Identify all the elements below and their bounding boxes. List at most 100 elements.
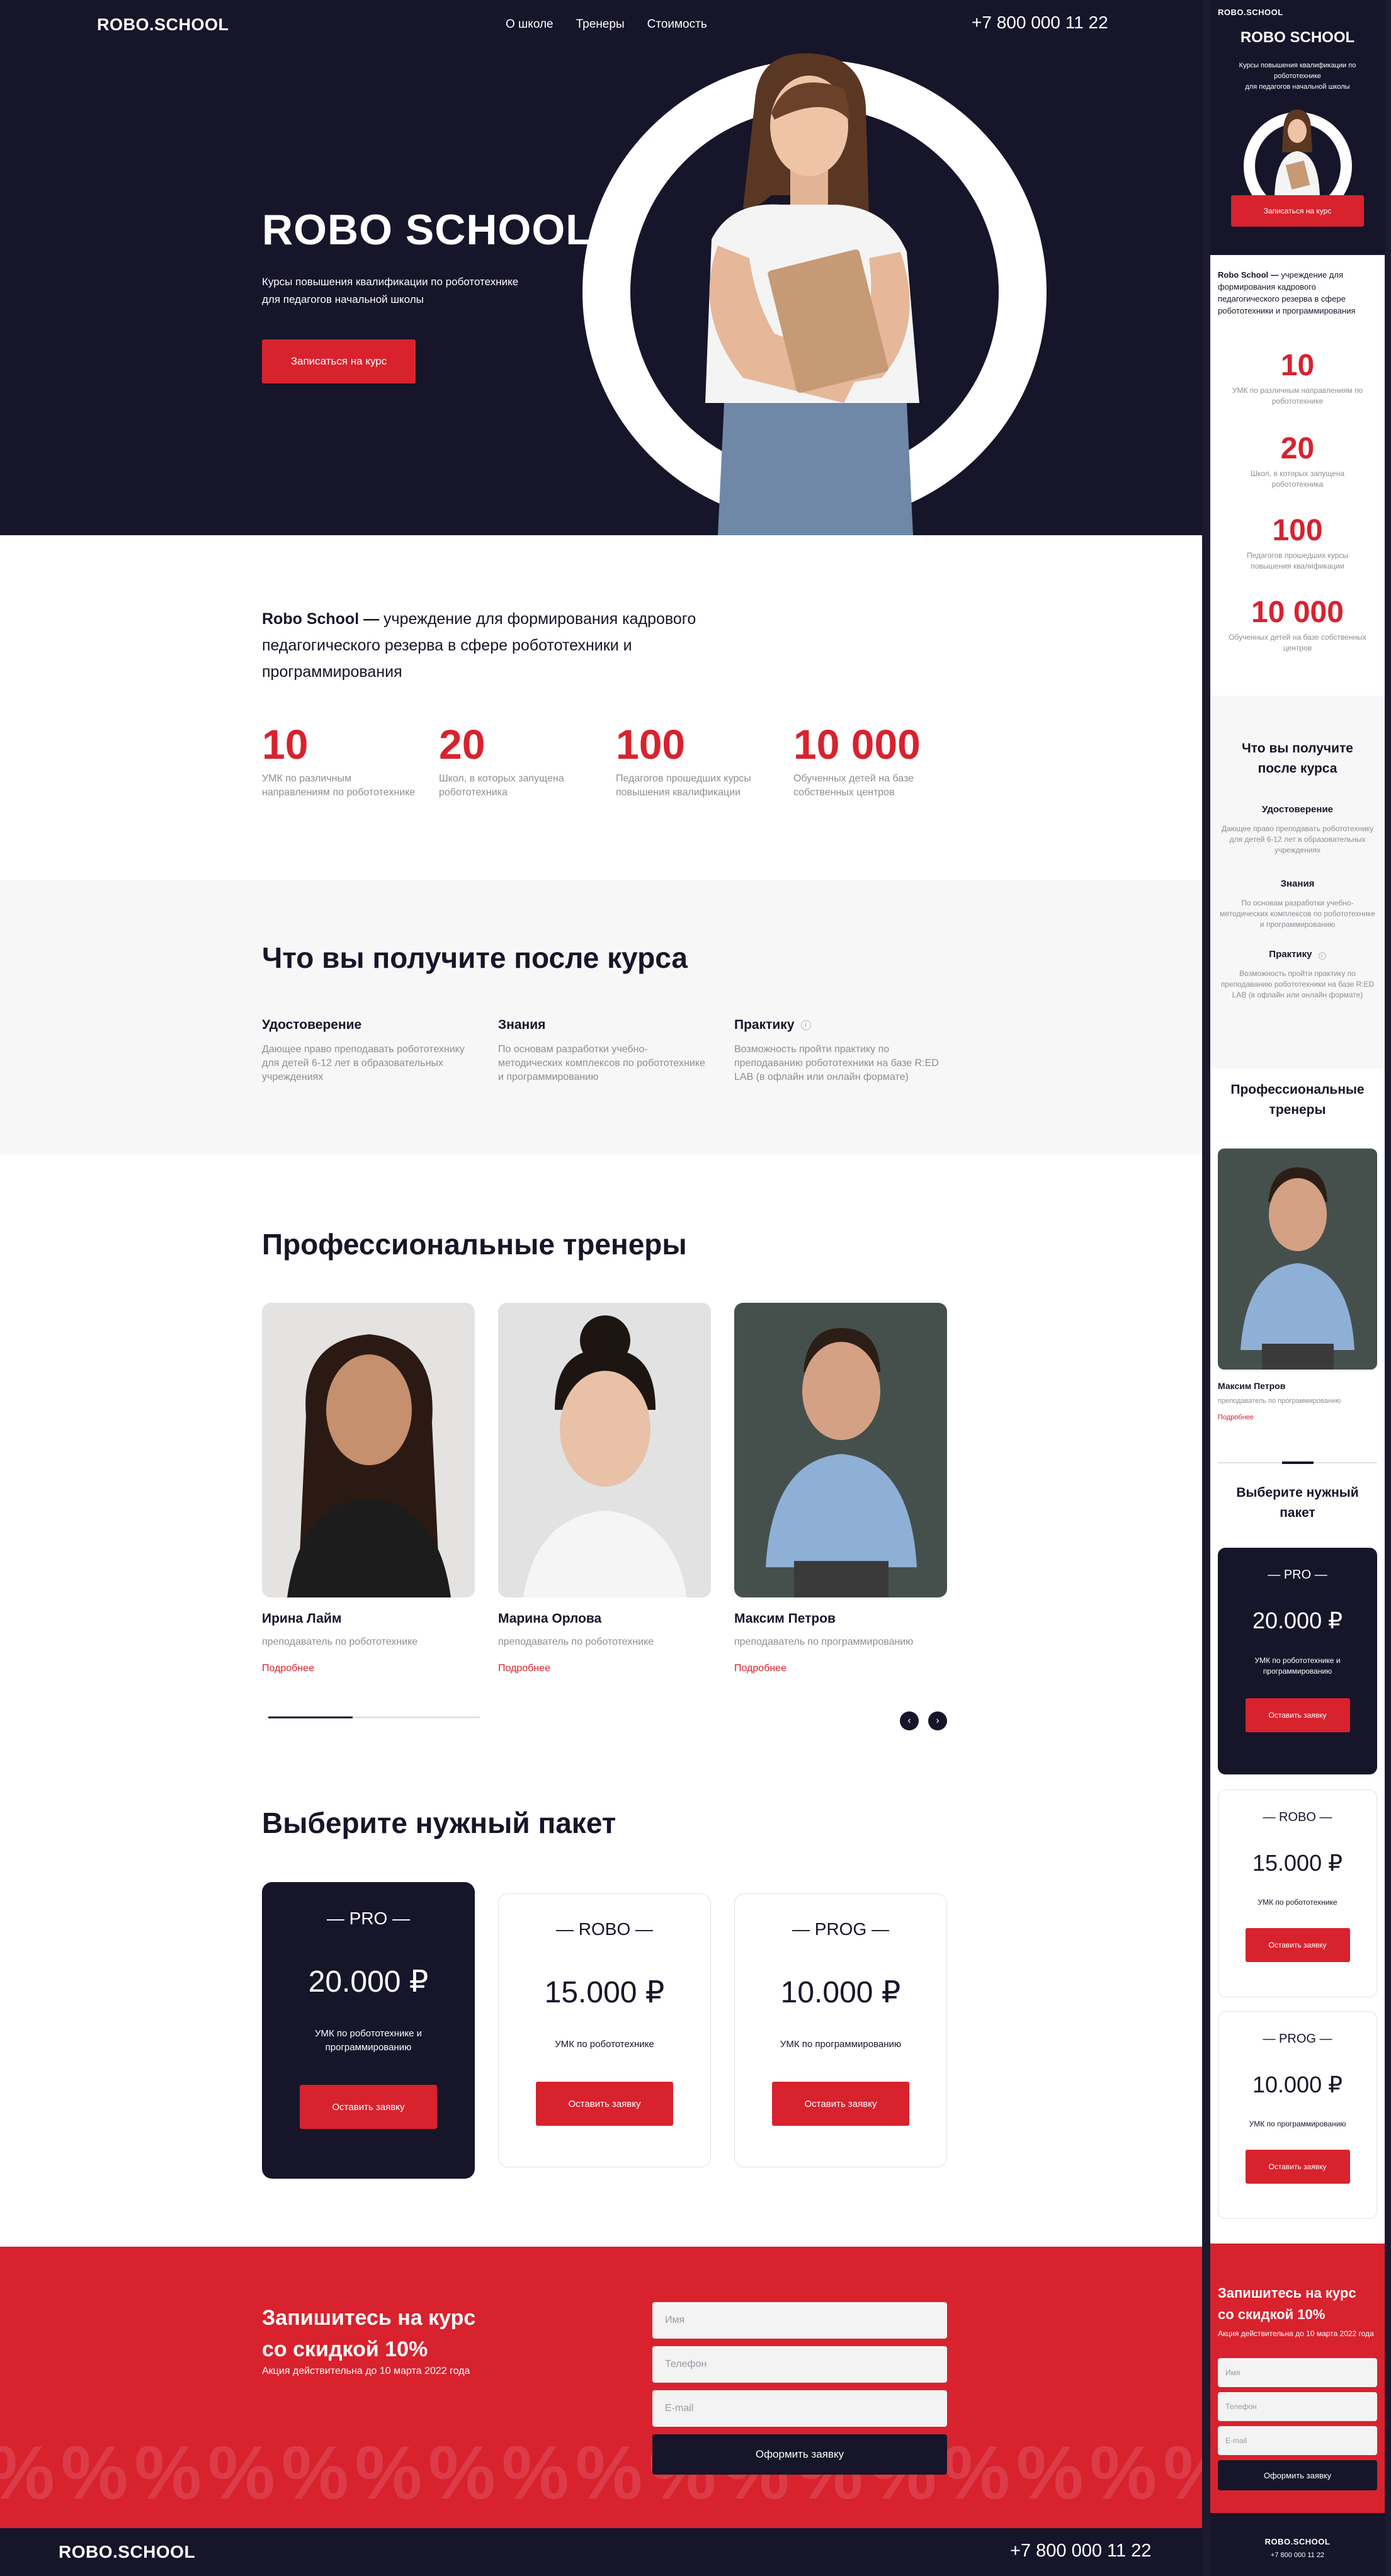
m-order-button[interactable]: Оставить заявку [1245, 2150, 1350, 2184]
email-field[interactable]: E-mail [652, 2390, 947, 2427]
m-benefits-section: Что вы получите после курса Удостоверени… [1210, 696, 1385, 1069]
m-phone-field[interactable]: Телефон [1218, 2392, 1377, 2421]
hero-cta-button[interactable]: Записаться на курс [262, 339, 416, 383]
m-stat-value: 10 000 [1251, 596, 1344, 629]
chevron-left-icon[interactable]: ‹ [900, 1711, 919, 1730]
order-button[interactable]: Оставить заявку [772, 2082, 909, 2126]
m-hero-title: ROBO SCHOOL [1240, 29, 1355, 46]
nav-item-trainers[interactable]: Тренеры [576, 18, 625, 31]
m-order-button[interactable]: Оставить заявку [1245, 1698, 1350, 1732]
m-stat-label: Педагогов прошедших курсы повышения квал… [1246, 551, 1349, 570]
trainer-card[interactable]: Марина Орлова преподаватель по робототех… [498, 1303, 711, 1674]
stat-item: 10 000 Обученных детей на базе собственн… [793, 720, 938, 800]
m-plan-description: УМК по робототехнике [1258, 1898, 1337, 1907]
submit-button[interactable]: Оформить заявку [652, 2434, 947, 2475]
plan-price: 20.000 ₽ [308, 1965, 429, 1999]
m-plan-description: УМК по программированию [1249, 2119, 1346, 2128]
phone-field[interactable]: Телефон [652, 2346, 947, 2383]
hero-subtitle: Курсы повышения квалификации по робототе… [262, 273, 518, 309]
trainer-name: Марина Орлова [498, 1611, 602, 1626]
m-price-card-prog: — PROG — 10.000 ₽ УМК по программировани… [1218, 2011, 1377, 2219]
m-hero-subtitle: Курсы повышения квалификации по робототе… [1219, 60, 1376, 93]
m-pricing-section: Выберите нужный пакет — PRO — 20.000 ₽ У… [1210, 1465, 1385, 2244]
nav-item-about[interactable]: О школе [506, 18, 554, 31]
trainer-card[interactable]: Ирина Лайм преподаватель по робототехник… [262, 1303, 475, 1674]
m-email-field[interactable]: E-mail [1218, 2426, 1377, 2455]
percent-pattern: %%%%%%%%%%%%%%%%%%%% [0, 2431, 1202, 2515]
main-nav: О школе Тренеры Стоимость [506, 18, 730, 31]
slider-progress-track[interactable] [268, 1716, 480, 1718]
trainer-more-link[interactable]: Подробнее [262, 1663, 475, 1674]
m-name-field[interactable]: Имя [1218, 2358, 1377, 2387]
trainer-more-link[interactable]: Подробнее [734, 1663, 947, 1674]
logo[interactable]: ROBO.SCHOOL [97, 15, 229, 35]
m-benefit-item: Знания По основам разработки учебно-мето… [1218, 878, 1377, 930]
m-footer-logo[interactable]: ROBO.SCHOOL [1210, 2537, 1385, 2546]
m-footer: ROBO.SCHOOL +7 800 000 11 22 [1210, 2513, 1385, 2576]
m-stat-label: Школ, в которых запущена робототехника [1250, 469, 1345, 489]
m-signup-title: Запишитесь на курс со скидкой 10% [1218, 2283, 1356, 2325]
price-card-pro: — PRO — 20.000 ₽ УМК по робототехнике и … [262, 1882, 475, 2179]
m-signup-section: Запишитесь на курс со скидкой 10% Акция … [1210, 2244, 1385, 2513]
m-benefit-text: По основам разработки учебно-методически… [1220, 899, 1375, 929]
m-info-icon[interactable]: i [1318, 951, 1326, 960]
m-benefit-item: Практику i Возможность пройти практику п… [1218, 949, 1377, 1001]
benefit-title: Знания [498, 1018, 546, 1032]
m-stat-item: 100 Педагогов прошедших курсы повышения … [1226, 513, 1369, 572]
trainers-title: Профессиональные тренеры [262, 1228, 687, 1261]
trainer-more-link[interactable]: Подробнее [498, 1663, 711, 1674]
m-stat-label: Обученных детей на базе собственных цент… [1229, 633, 1366, 652]
m-signup-title-line1: Запишитесь на курс [1218, 2285, 1356, 2301]
benefit-item: Практику i Возможность пройти практику п… [734, 1018, 948, 1084]
m-submit-button[interactable]: Оформить заявку [1218, 2460, 1377, 2490]
trainer-role: преподаватель по робототехнике [498, 1637, 654, 1647]
hero-subtitle-line1: Курсы повышения квалификации по робототе… [262, 276, 519, 288]
footer-phone[interactable]: +7 800 000 11 22 [1010, 2541, 1151, 2562]
m-plan-description: УМК по робототехнике и программированию [1254, 1655, 1340, 1677]
stat-label: Педагогов прошедших курсы повышения квал… [616, 773, 751, 798]
m-hero-cta-button[interactable]: Записаться на курс [1231, 195, 1364, 227]
footer-logo[interactable]: ROBO.SCHOOL [59, 2542, 195, 2562]
m-trainers-section: Профессиональные тренеры Максим Петров п… [1210, 1069, 1385, 1465]
trainer-photo [734, 1303, 947, 1597]
m-benefit-title: Знания [1280, 878, 1315, 889]
benefit-item: Знания По основам разработки учебно-мето… [498, 1018, 712, 1084]
plan-name: — PROG — [792, 1919, 889, 1939]
m-benefit-item: Удостоверение Дающее право преподавать р… [1218, 804, 1377, 856]
hero-section: ROBO.SCHOOL О школе Тренеры Стоимость +7… [0, 0, 1202, 535]
m-trainer-more-link[interactable]: Подробнее [1218, 1414, 1377, 1421]
plan-description-line1: УМК по робототехнике и [314, 2028, 423, 2039]
m-order-button[interactable]: Оставить заявку [1245, 1928, 1350, 1962]
name-field[interactable]: Имя [652, 2302, 947, 2339]
m-pricing-title: Выберите нужный пакет [1236, 1485, 1359, 1520]
benefit-title: Практику [734, 1018, 795, 1032]
m-footer-phone[interactable]: +7 800 000 11 22 [1210, 2551, 1385, 2559]
price-card-robo: — ROBO — 15.000 ₽ УМК по робототехнике О… [498, 1893, 711, 2167]
stat-value: 10 000 [793, 721, 921, 768]
benefit-text: Возможность пройти практику по преподава… [734, 1044, 939, 1082]
plan-description: УМК по робототехнике [555, 2039, 654, 2050]
header-phone[interactable]: +7 800 000 11 22 [972, 13, 1108, 33]
info-icon[interactable]: i [800, 1020, 811, 1030]
m-stat-value: 20 [1280, 432, 1315, 465]
nav-item-pricing[interactable]: Стоимость [647, 18, 707, 31]
m-benefit-text: Дающее право преподавать робототехнику д… [1221, 824, 1374, 854]
m-about-section: Robo School — учреждение для формировани… [1210, 255, 1385, 696]
m-logo[interactable]: ROBO.SCHOOL [1218, 8, 1283, 17]
m-about-brand: Robo School — [1218, 270, 1279, 280]
chevron-right-icon[interactable]: › [928, 1711, 947, 1730]
m-trainer-photo [1218, 1149, 1377, 1370]
plan-price: 10.000 ₽ [780, 1976, 901, 2009]
signup-title: Запишитесь на курс со скидкой 10% [262, 2302, 475, 2365]
price-card-prog: — PROG — 10.000 ₽ УМК по программировани… [734, 1893, 947, 2167]
order-button[interactable]: Оставить заявку [300, 2085, 437, 2129]
m-signup-note: Акция действительна до 10 марта 2022 год… [1218, 2329, 1374, 2338]
m-stat-label: УМК по различным направлениям по роботот… [1232, 386, 1363, 406]
order-button[interactable]: Оставить заявку [536, 2082, 673, 2126]
m-slider-progress-track[interactable] [1218, 1461, 1377, 1464]
m-stat-item: 10 000 Обученных детей на базе собственн… [1226, 595, 1369, 654]
trainer-card[interactable]: Максим Петров преподаватель по программи… [734, 1303, 947, 1674]
m-stat-item: 20 Школ, в которых запущена робототехник… [1226, 431, 1369, 490]
m-trainer-card[interactable]: Максим Петров преподаватель по программи… [1218, 1149, 1377, 1421]
m-plan-price: 10.000 ₽ [1252, 2072, 1343, 2097]
